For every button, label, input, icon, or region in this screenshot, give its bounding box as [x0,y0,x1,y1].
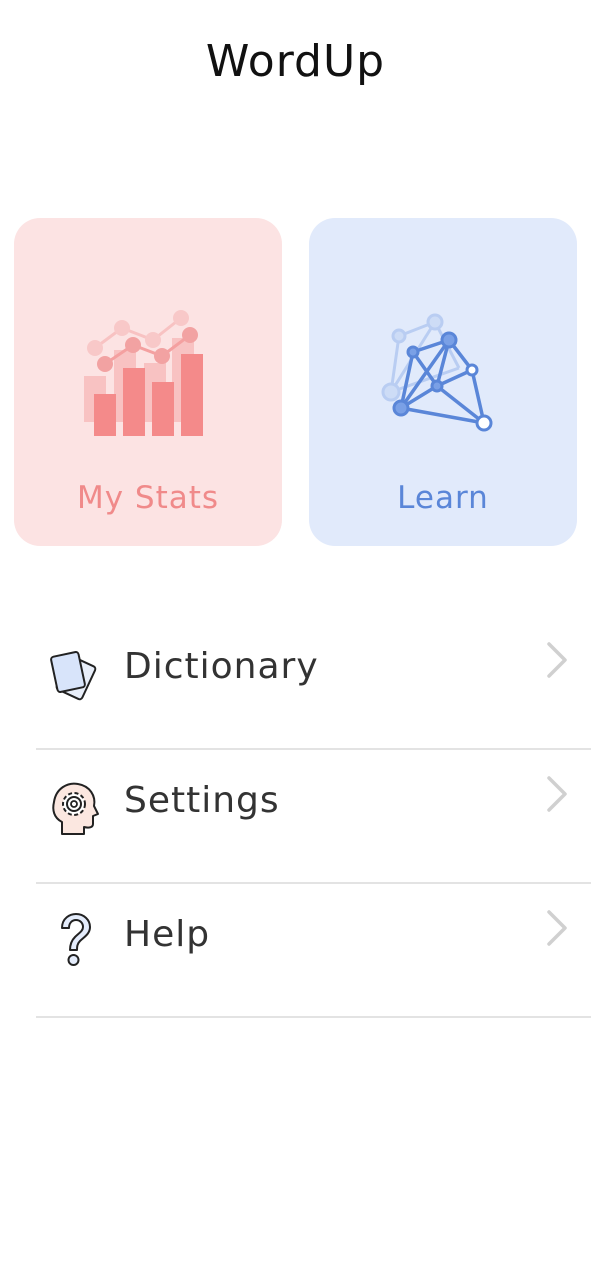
my-stats-tile[interactable]: My Stats [14,218,282,546]
settings-label: Settings [124,780,280,821]
head-gear-icon [52,782,99,835]
chevron-right-icon [547,776,567,812]
my-stats-label: My Stats [76,480,220,516]
dictionary-label: Dictionary [124,646,319,687]
divider [36,1016,591,1018]
chevron-right-icon [547,910,567,946]
help-label: Help [124,914,211,955]
question-mark-icon [61,913,91,966]
cards-icon [50,651,97,701]
learn-label: Learn [397,480,489,516]
learn-tile[interactable]: Learn [309,218,577,546]
chevron-right-icon [547,642,567,678]
menu-item-settings[interactable]: Settings [36,750,591,884]
app-title: WordUp [205,36,386,87]
menu-item-help[interactable]: Help [36,884,591,1018]
menu-item-dictionary[interactable]: Dictionary [36,616,591,750]
